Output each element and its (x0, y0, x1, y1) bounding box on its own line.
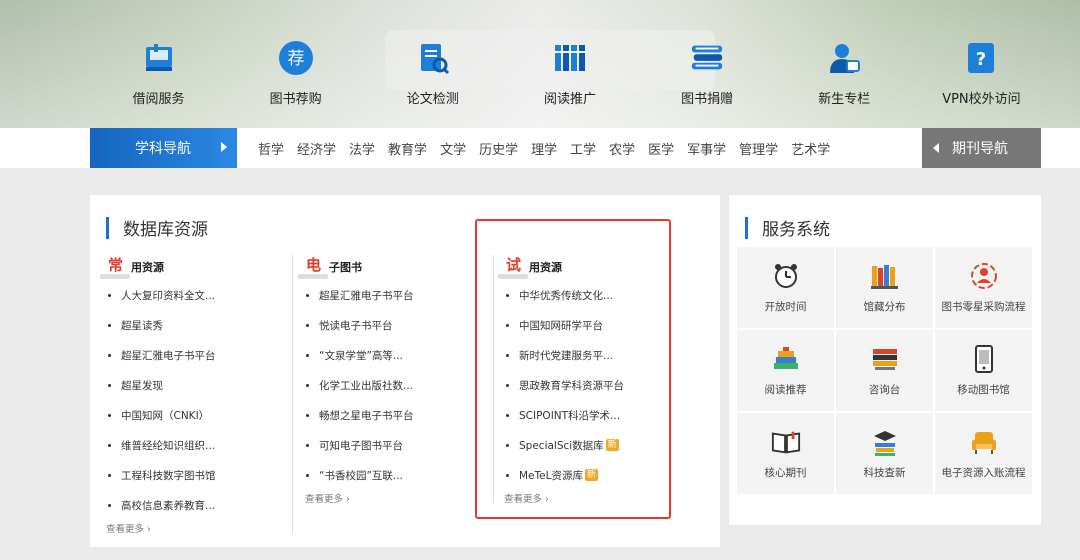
quick-link-vpn[interactable]: ? VPN校外访问 (913, 40, 1050, 120)
list-item[interactable]: 超星汇雅电子书平台 (306, 289, 414, 319)
highlight-box (475, 219, 671, 519)
quick-link-donation[interactable]: 图书捐赠 (639, 40, 776, 120)
book-stack-icon (689, 40, 725, 76)
hero-banner: 借阅服务 荐 图书荐购 论文检测 阅读推广 图书捐赠 新生专栏 ? VPN校外访… (0, 0, 1080, 128)
subject-link[interactable]: 历史学 (479, 139, 518, 158)
service-novelty-search[interactable]: 科技查新 (836, 413, 933, 494)
list-item[interactable]: 畅想之星电子书平台 (306, 409, 414, 439)
subject-link[interactable]: 哲学 (258, 139, 284, 158)
service-mobile-library[interactable]: 移动图书馆 (935, 330, 1032, 411)
list-item[interactable]: 人大复印资料全文... (108, 289, 216, 319)
view-more-link[interactable]: 查看更多 › (106, 521, 151, 535)
svg-text:?: ? (976, 49, 986, 70)
services-panel: 服务系统 开放时间 馆藏分布 图书零星采购流程 阅读推荐 咨询台 移动图书馆 核… (729, 195, 1041, 525)
quick-link-borrow[interactable]: 借阅服务 (90, 40, 227, 120)
subject-list: 哲学 经济学 法学 教育学 文学 历史学 理学 工学 农学 医学 军事学 管理学… (258, 128, 843, 168)
ebooks-column: 电 子图书 超星汇雅电子书平台 悦读电子书平台 “文泉学堂”高等... 化学工业… (297, 253, 414, 499)
view-more-link[interactable]: 查看更多 › (305, 491, 350, 505)
mobile-icon (969, 344, 999, 374)
subject-link[interactable]: 军事学 (687, 139, 726, 158)
caret-right-icon (221, 142, 227, 152)
service-reading-recommend[interactable]: 阅读推荐 (737, 330, 834, 411)
service-eresource-accounting[interactable]: 电子资源入账流程 (935, 413, 1032, 494)
subject-link[interactable]: 工学 (570, 139, 596, 158)
service-consult-desk[interactable]: 咨询台 (836, 330, 933, 411)
list-item[interactable]: 中国知网（CNKI） (108, 409, 216, 439)
list-item[interactable]: 超星汇雅电子书平台 (108, 349, 216, 379)
quick-links: 借阅服务 荐 图书荐购 论文检测 阅读推广 图书捐赠 新生专栏 ? VPN校外访… (90, 40, 1050, 120)
subject-link[interactable]: 法学 (349, 139, 375, 158)
subject-link[interactable]: 教育学 (388, 139, 427, 158)
subject-link[interactable]: 医学 (648, 139, 674, 158)
service-core-journals[interactable]: 核心期刊 (737, 413, 834, 494)
desk-books-icon (870, 344, 900, 374)
common-resources-column: 常 用资源 人大复印资料全文... 超星读秀 超星汇雅电子书平台 超星发现 中国… (99, 253, 216, 529)
open-book-icon (771, 427, 801, 457)
quick-link-recommend[interactable]: 荐 图书荐购 (227, 40, 364, 120)
list-item[interactable]: 超星发现 (108, 379, 216, 409)
subject-link[interactable]: 文学 (440, 139, 466, 158)
quick-link-freshman[interactable]: 新生专栏 (776, 40, 913, 120)
service-collection[interactable]: 馆藏分布 (836, 247, 933, 328)
quick-link-reading-promo[interactable]: 阅读推广 (501, 40, 638, 120)
cycle-gear-icon (969, 261, 999, 291)
journal-nav-button[interactable]: 期刊导航 (922, 128, 1041, 168)
book-shelf-icon (141, 40, 177, 76)
armchair-icon (969, 427, 999, 457)
column-divider (292, 255, 293, 533)
services-panel-title: 服务系统 (745, 215, 830, 240)
list-item[interactable]: 超星读秀 (108, 319, 216, 349)
list-item[interactable]: “文泉学堂”高等... (306, 349, 414, 379)
subject-link[interactable]: 理学 (531, 139, 557, 158)
service-procurement[interactable]: 图书零星采购流程 (935, 247, 1032, 328)
quick-link-thesis-check[interactable]: 论文检测 (364, 40, 501, 120)
books-icon (552, 40, 588, 76)
list-item[interactable]: 可知电子图书平台 (306, 439, 414, 469)
services-grid: 开放时间 馆藏分布 图书零星采购流程 阅读推荐 咨询台 移动图书馆 核心期刊 科… (737, 247, 1032, 494)
recommend-icon: 荐 (278, 40, 314, 76)
user-badge-icon (826, 40, 862, 76)
book-pile-icon (771, 344, 801, 374)
list-item[interactable]: 维普经纶知识组织... (108, 439, 216, 469)
subject-nav-button[interactable]: 学科导航 (90, 128, 237, 168)
document-search-icon (415, 40, 451, 76)
question-icon: ? (963, 40, 999, 76)
caret-left-icon (933, 143, 939, 153)
subject-link[interactable]: 农学 (609, 139, 635, 158)
bookshelf-icon (870, 261, 900, 291)
database-panel: 数据库资源 常 用资源 人大复印资料全文... 超星读秀 超星汇雅电子书平台 超… (90, 195, 720, 547)
list-item[interactable]: 工程科技数字图书馆 (108, 469, 216, 499)
subject-navbar: 学科导航 哲学 经济学 法学 教育学 文学 历史学 理学 工学 农学 医学 军事… (0, 128, 1080, 168)
subject-link[interactable]: 艺术学 (791, 139, 830, 158)
list-item[interactable]: 化学工业出版社数... (306, 379, 414, 409)
database-panel-title: 数据库资源 (106, 215, 208, 240)
graduation-books-icon (870, 427, 900, 457)
list-item[interactable]: 悦读电子书平台 (306, 319, 414, 349)
service-open-hours[interactable]: 开放时间 (737, 247, 834, 328)
subject-link[interactable]: 经济学 (297, 139, 336, 158)
subject-link[interactable]: 管理学 (739, 139, 778, 158)
svg-text:荐: 荐 (287, 49, 304, 69)
alarm-clock-icon (771, 261, 801, 291)
